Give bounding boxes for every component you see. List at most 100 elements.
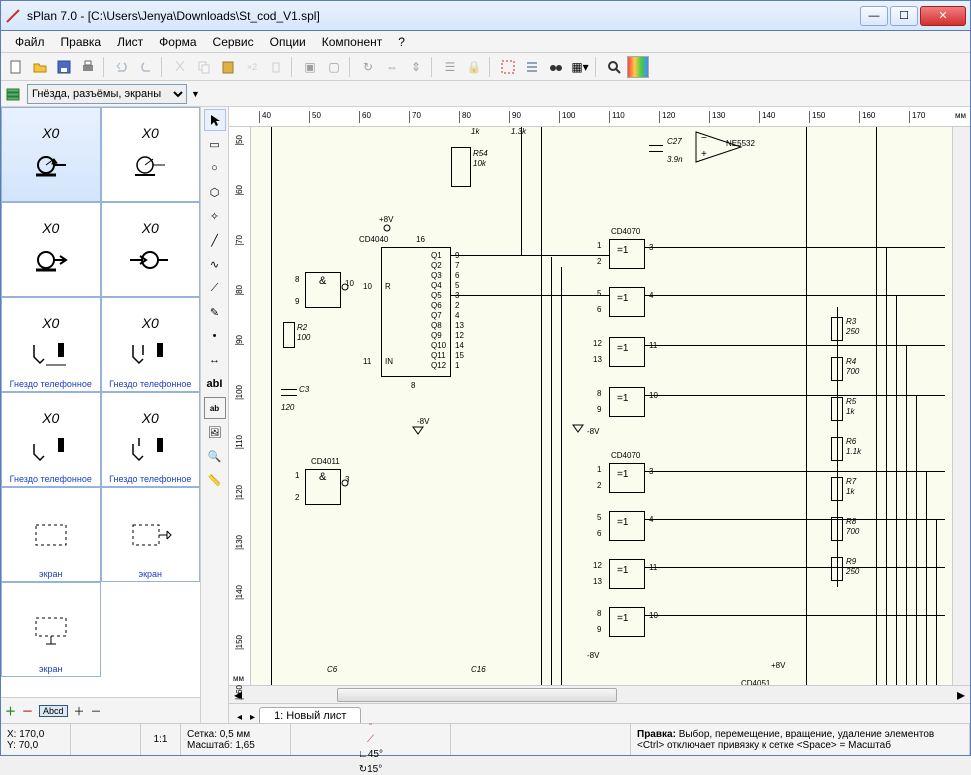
zoom-tool[interactable]: 🔍 <box>204 445 226 467</box>
dimension-tool[interactable]: ↔ <box>204 349 226 371</box>
mirror-h-button[interactable]: ⇔ <box>381 56 403 78</box>
svg-text:−: − <box>701 133 707 144</box>
menu-sheet[interactable]: Лист <box>109 33 151 51</box>
text-tool[interactable]: abI <box>204 373 226 395</box>
undo-button[interactable] <box>111 56 133 78</box>
freehand-tool[interactable]: ✎ <box>204 301 226 323</box>
menu-options[interactable]: Опции <box>262 33 314 51</box>
align-button[interactable]: ☰ <box>439 56 461 78</box>
line-tool[interactable]: ╱ <box>204 229 226 251</box>
node-tool[interactable]: • <box>204 325 226 347</box>
grid-button[interactable]: ▦▾ <box>569 56 591 78</box>
measure-tool[interactable]: 📏 <box>204 469 226 491</box>
image-tool[interactable]: 🖼 <box>204 421 226 443</box>
app-icon <box>5 8 21 24</box>
menu-bar: Файл Правка Лист Форма Сервис Опции Комп… <box>1 31 970 53</box>
menu-service[interactable]: Сервис <box>205 33 262 51</box>
library-select[interactable]: Гнёзда, разъёмы, экраны <box>27 84 187 104</box>
rect-tool[interactable]: ▭ <box>204 133 226 155</box>
close-button[interactable]: ✕ <box>920 6 966 26</box>
delete-button[interactable] <box>265 56 287 78</box>
redo-icon <box>138 59 154 75</box>
textbox-tool[interactable]: ab <box>204 397 226 419</box>
title-bar: sPlan 7.0 - [C:\Users\Jenya\Downloads\St… <box>1 1 970 31</box>
bezier-tool[interactable]: ⟋ <box>204 277 226 299</box>
print-icon <box>80 59 96 75</box>
component-grid: X0 X0 X0 X0 X0 <box>1 107 200 697</box>
component-phone-jack-1[interactable]: X0 Гнездо телефонное <box>1 297 101 392</box>
component-phone-jack-4[interactable]: X0 Гнездо телефонное <box>101 392 201 487</box>
component-jack-1[interactable]: X0 <box>1 107 101 202</box>
component-shield-3[interactable]: экран <box>1 582 101 677</box>
component-sidebar: X0 X0 X0 X0 X0 <box>1 107 201 723</box>
menu-file[interactable]: Файл <box>7 33 53 51</box>
copy-button[interactable] <box>193 56 215 78</box>
vertical-scrollbar[interactable] <box>952 127 970 685</box>
lock-button[interactable]: 🔒 <box>463 56 485 78</box>
angle-15-button[interactable]: ↻15° <box>359 764 383 775</box>
component-jack-3[interactable]: X0 <box>1 202 101 297</box>
magnifier-icon <box>606 59 622 75</box>
schematic-canvas[interactable]: 1k 1.3k R54 10k C27 3.9n − <box>251 127 952 685</box>
window-title: sPlan 7.0 - [C:\Users\Jenya\Downloads\St… <box>27 9 860 23</box>
print-button[interactable] <box>77 56 99 78</box>
menu-help[interactable]: ? <box>390 33 413 51</box>
component-jack-2[interactable]: X0 <box>101 107 201 202</box>
menu-component[interactable]: Компонент <box>314 33 391 51</box>
new-file-icon <box>8 59 24 75</box>
snap-line-icon[interactable]: ⟋ <box>367 734 374 745</box>
abcd-toggle[interactable]: Abcd <box>39 705 68 717</box>
component-shield-1[interactable]: экран <box>1 487 101 582</box>
list-button[interactable] <box>521 56 543 78</box>
sheet-tabs: ◂▸ 1: Новый лист <box>229 703 970 723</box>
minimize-button[interactable]: — <box>860 6 888 26</box>
group-button[interactable]: ▣ <box>299 56 321 78</box>
special-tool[interactable]: ✧ <box>204 205 226 227</box>
app-window: sPlan 7.0 - [C:\Users\Jenya\Downloads\St… <box>0 0 971 756</box>
status-bar: X: 170,0 Y: 70,0 1:1 Сетка: 0,5 мм Масшт… <box>1 723 970 755</box>
ungroup-button[interactable]: ▢ <box>323 56 345 78</box>
circle-tool[interactable]: ○ <box>204 157 226 179</box>
library-icon <box>5 86 23 102</box>
search-button[interactable] <box>545 56 567 78</box>
pointer-icon <box>208 113 222 127</box>
select-rect-button[interactable] <box>497 56 519 78</box>
open-button[interactable] <box>29 56 51 78</box>
cut-button[interactable] <box>169 56 191 78</box>
paste-button[interactable] <box>217 56 239 78</box>
horizontal-scrollbar[interactable]: ◂ ▸ <box>229 685 970 703</box>
save-button[interactable] <box>53 56 75 78</box>
main-toolbar: ×2 ▣ ▢ ↻ ⇔ ⇕ ☰ 🔒 ▦▾ <box>1 53 970 81</box>
paste-icon <box>220 59 236 75</box>
minus-small-icon[interactable]: － <box>91 703 102 719</box>
zoom-button[interactable] <box>603 56 625 78</box>
polygon-tool[interactable]: ⬡ <box>204 181 226 203</box>
plus-small-icon[interactable]: ＋ <box>74 703 85 719</box>
new-button[interactable] <box>5 56 27 78</box>
menu-edit[interactable]: Правка <box>53 33 110 51</box>
plus-icon[interactable]: ＋ <box>5 703 16 719</box>
menu-shape[interactable]: Форма <box>151 33 204 51</box>
curve-tool[interactable]: ∿ <box>204 253 226 275</box>
rotate-button[interactable]: ↻ <box>357 56 379 78</box>
mirror-v-button[interactable]: ⇕ <box>405 56 427 78</box>
sheet-tab-1[interactable]: 1: Новый лист <box>259 707 361 723</box>
copy-icon <box>196 59 212 75</box>
angle-45-button[interactable]: ∟45° <box>358 749 383 760</box>
color-button[interactable] <box>627 56 649 78</box>
sidebar-footer: ＋ － Abcd ＋ － <box>1 697 200 723</box>
component-phone-jack-3[interactable]: X0 Гнездо телефонное <box>1 392 101 487</box>
window-buttons: — ☐ ✕ <box>860 6 966 26</box>
component-shield-2[interactable]: экран <box>101 487 201 582</box>
undo-icon <box>114 59 130 75</box>
drawing-toolbox: ▭ ○ ⬡ ✧ ╱ ∿ ⟋ ✎ • ↔ abI ab 🖼 🔍 📏 <box>201 107 229 723</box>
select-rect-icon <box>500 59 516 75</box>
pointer-tool[interactable] <box>204 109 226 131</box>
minus-icon[interactable]: － <box>22 703 33 719</box>
duplicate-button[interactable]: ×2 <box>241 56 263 78</box>
hscroll-thumb[interactable] <box>337 688 617 702</box>
maximize-button[interactable]: ☐ <box>890 6 918 26</box>
component-jack-4[interactable]: X0 <box>101 202 201 297</box>
redo-button[interactable] <box>135 56 157 78</box>
component-phone-jack-2[interactable]: X0 Гнездо телефонное <box>101 297 201 392</box>
